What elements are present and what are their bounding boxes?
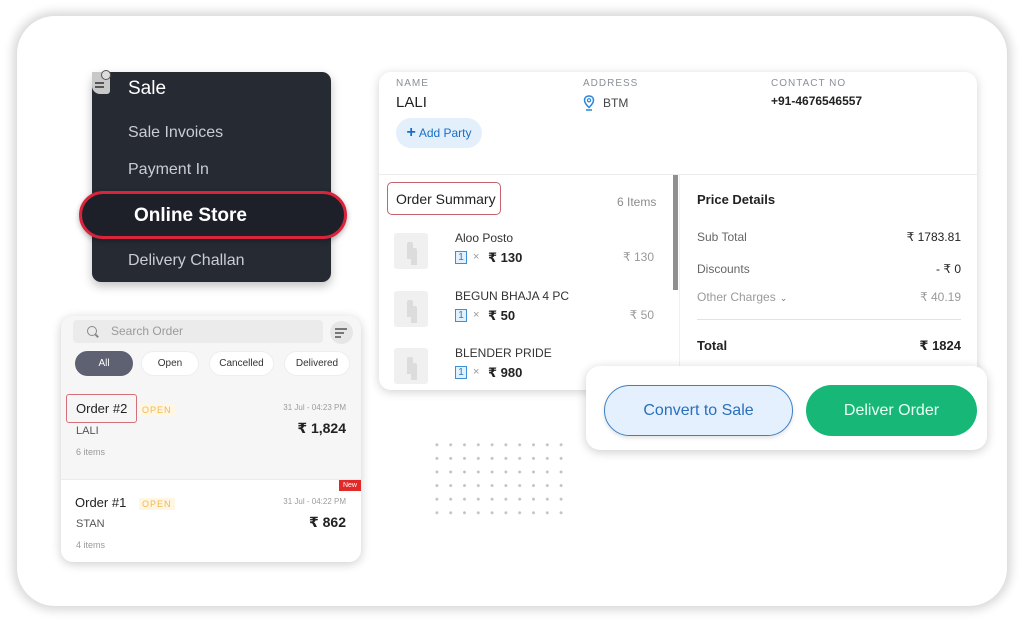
order-time: 31 Jul - 04:22 PM bbox=[283, 497, 346, 506]
new-badge: New bbox=[338, 480, 361, 491]
times-sign: × bbox=[473, 309, 480, 321]
filter-chip-cancelled[interactable]: Cancelled bbox=[209, 351, 274, 376]
status-badge: OPEN bbox=[139, 404, 175, 416]
order-action-panel: Convert to Sale Deliver Order bbox=[586, 366, 987, 450]
search-placeholder: Search Order bbox=[111, 324, 184, 338]
convert-to-sale-button[interactable]: Convert to Sale bbox=[604, 385, 793, 436]
order-card[interactable]: Order #2 OPEN 31 Jul - 04:23 PM LALI ₹ 1… bbox=[61, 386, 361, 478]
price-label: Discounts bbox=[697, 262, 750, 276]
party-contact: +91-4676546557 bbox=[771, 94, 863, 108]
item-image-placeholder bbox=[394, 291, 428, 327]
filter-chip-delivered[interactable]: Delivered bbox=[284, 351, 350, 376]
order-item: Aloo Posto 1 × ₹ 130 ₹ 130 bbox=[394, 231, 674, 283]
sale-menu-title: Sale bbox=[128, 78, 167, 99]
menu-item-sale-invoices[interactable]: Sale Invoices bbox=[128, 124, 223, 142]
location-pin-icon bbox=[583, 95, 595, 111]
filter-chip-all[interactable]: All bbox=[75, 351, 133, 376]
menu-item-payment-in[interactable]: Payment In bbox=[128, 161, 209, 179]
search-icon bbox=[87, 326, 97, 336]
filter-icon bbox=[335, 328, 347, 330]
order-list-panel: Search Order All Open Cancelled Delivere… bbox=[61, 316, 361, 562]
sale-menu: Sale Sale Invoices Payment In Delivery C… bbox=[92, 70, 331, 282]
order-amount: ₹ 862 bbox=[309, 514, 346, 530]
column-divider bbox=[679, 175, 680, 390]
deliver-order-button[interactable]: Deliver Order bbox=[806, 385, 977, 436]
item-line-total: ₹ 50 bbox=[629, 308, 654, 322]
name-label: NAME bbox=[396, 78, 429, 89]
address-label: ADDRESS bbox=[583, 78, 639, 89]
item-qty[interactable]: 1 bbox=[455, 366, 467, 379]
order-id: Order #2 bbox=[66, 394, 138, 423]
price-label: Sub Total bbox=[697, 230, 747, 244]
order-card[interactable]: New Order #1 OPEN 31 Jul - 04:22 PM STAN… bbox=[61, 479, 361, 562]
times-sign: × bbox=[473, 366, 480, 378]
total-label: Total bbox=[697, 338, 728, 353]
item-unit-price: ₹ 130 bbox=[488, 250, 523, 265]
search-order-input[interactable]: Search Order bbox=[73, 320, 323, 343]
total-value: ₹ 1824 bbox=[919, 338, 961, 353]
item-qty[interactable]: 1 bbox=[455, 251, 467, 264]
order-amount: ₹ 1,824 bbox=[297, 420, 346, 436]
times-sign: × bbox=[473, 251, 480, 263]
order-id: Order #1 bbox=[75, 495, 127, 510]
party-name: LALI bbox=[396, 94, 427, 111]
item-image-placeholder bbox=[394, 348, 428, 384]
item-name: Aloo Posto bbox=[455, 231, 514, 245]
chevron-down-icon[interactable]: ⌄ bbox=[780, 293, 788, 304]
item-image-placeholder bbox=[394, 233, 428, 269]
order-party: STAN bbox=[76, 518, 105, 530]
item-qty[interactable]: 1 bbox=[455, 309, 467, 322]
add-party-label: Add Party bbox=[418, 126, 472, 140]
order-party: LALI bbox=[76, 425, 99, 437]
sale-document-icon bbox=[92, 70, 111, 94]
order-summary-title: Order Summary bbox=[387, 182, 501, 215]
price-value: ₹ 1783.81 bbox=[906, 230, 961, 244]
item-name: BEGUN BHAJA 4 PC bbox=[455, 289, 570, 303]
menu-item-online-store[interactable]: Online Store bbox=[79, 191, 347, 239]
price-value: - ₹ 0 bbox=[936, 262, 961, 276]
price-divider bbox=[697, 319, 961, 320]
order-items-count: 6 items bbox=[76, 447, 106, 457]
order-item: BEGUN BHAJA 4 PC 1 × ₹ 50 ₹ 50 bbox=[394, 289, 674, 341]
item-unit-price: ₹ 50 bbox=[488, 308, 516, 323]
status-badge: OPEN bbox=[139, 498, 175, 510]
section-divider bbox=[379, 174, 977, 175]
order-items-count: 6 Items bbox=[617, 195, 657, 209]
price-value: ₹ 40.19 bbox=[920, 290, 961, 304]
item-unit-price: ₹ 980 bbox=[488, 365, 523, 380]
item-name: BLENDER PRIDE bbox=[455, 346, 552, 360]
plus-icon: + bbox=[406, 124, 416, 141]
filter-chip-open[interactable]: Open bbox=[141, 351, 199, 376]
add-party-button[interactable]: + Add Party bbox=[396, 118, 482, 148]
filter-button[interactable] bbox=[330, 321, 353, 344]
order-items-count: 4 items bbox=[76, 540, 106, 550]
order-detail-card: NAME LALI ADDRESS BTM CONTACT NO +91-467… bbox=[379, 72, 977, 390]
contact-label: CONTACT NO bbox=[771, 78, 847, 89]
party-address: BTM bbox=[603, 96, 629, 110]
price-label: Other Charges bbox=[697, 290, 776, 304]
item-line-total: ₹ 130 bbox=[623, 250, 654, 264]
menu-item-delivery-challan[interactable]: Delivery Challan bbox=[128, 252, 245, 270]
price-details-title: Price Details bbox=[697, 192, 776, 207]
order-time: 31 Jul - 04:23 PM bbox=[283, 403, 346, 412]
decorative-dot-grid bbox=[430, 438, 570, 518]
